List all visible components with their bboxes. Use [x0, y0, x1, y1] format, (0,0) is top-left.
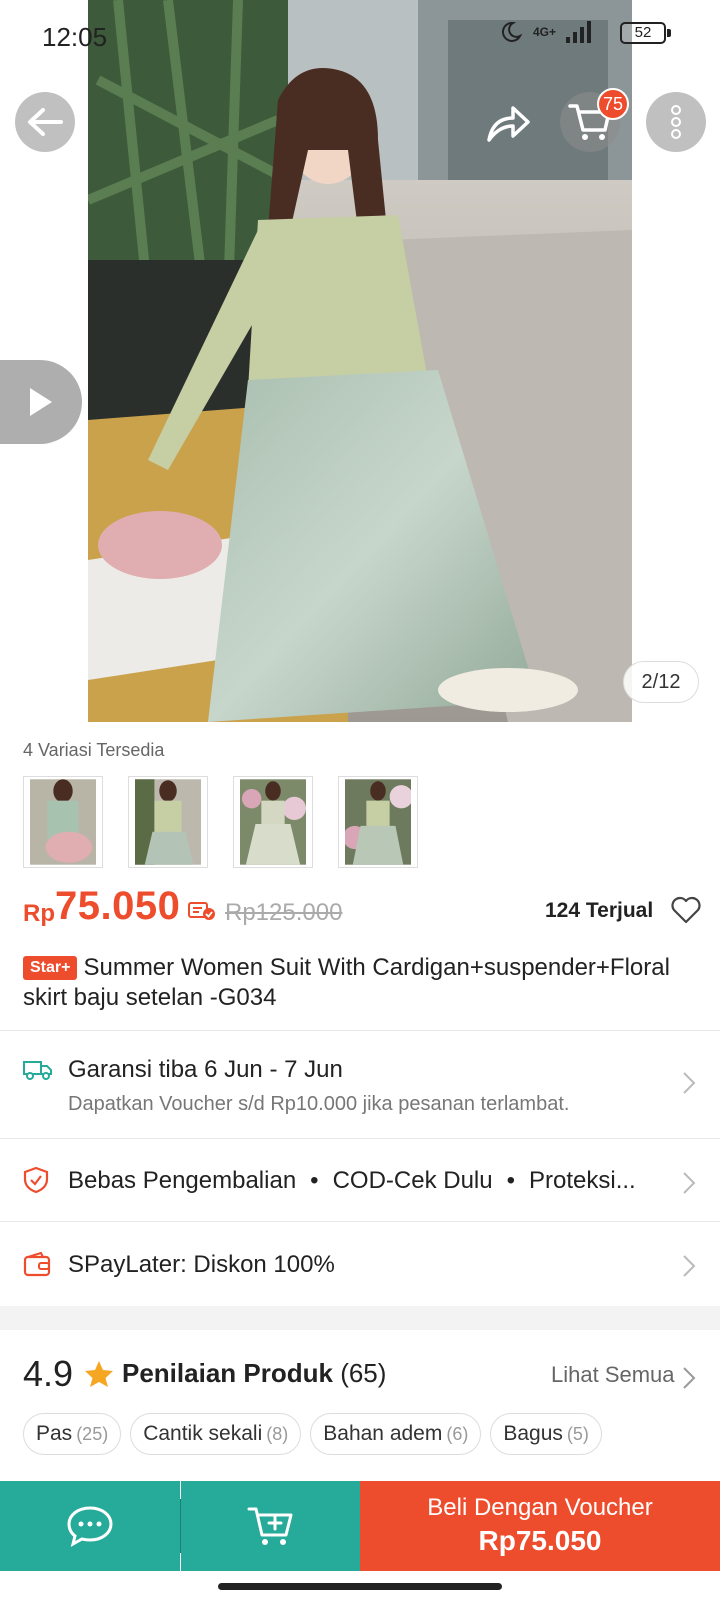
variant-thumbnails	[23, 776, 418, 868]
arrow-left-icon	[28, 108, 63, 136]
chat-icon	[67, 1506, 113, 1547]
product-title: Summer Women Suit With Cardigan+suspende…	[23, 954, 670, 1011]
chat-button[interactable]	[0, 1481, 180, 1571]
add-to-cart-icon	[247, 1507, 292, 1545]
chevron-right-icon	[683, 1255, 696, 1277]
status-bar: 12:05 4G+ 52	[0, 0, 720, 70]
see-all-link[interactable]: Lihat Semua	[551, 1362, 675, 1388]
cart-count-badge: 75	[597, 88, 629, 120]
shipping-subtitle: Dapatkan Voucher s/d Rp10.000 jika pesan…	[68, 1093, 570, 1115]
chip-label: Pas	[36, 1422, 73, 1445]
variant-thumbnail[interactable]	[338, 776, 418, 868]
more-options-button[interactable]	[646, 92, 706, 152]
video-play-button[interactable]	[0, 360, 82, 444]
more-vertical-icon	[671, 105, 681, 139]
chip-count: (6)	[446, 1423, 469, 1444]
service-item: Bebas Pengembalian	[68, 1167, 297, 1194]
status-time: 12:05	[42, 22, 108, 52]
service-item: COD-Cek Dulu	[332, 1167, 493, 1194]
product-image-gallery[interactable]: 12:05 4G+ 52 75 2/12	[0, 0, 720, 722]
chevron-right-icon	[683, 1072, 696, 1094]
review-tag-chip[interactable]: Bagus (5)	[490, 1413, 602, 1455]
shield-check-icon	[23, 1166, 49, 1194]
home-indicator[interactable]	[218, 1583, 502, 1590]
services-text: Bebas Pengembalian • COD-Cek Dulu • Proteksi…	[68, 1167, 636, 1194]
variant-thumbnail[interactable]	[128, 776, 208, 868]
battery-indicator: 52	[620, 22, 671, 44]
review-tag-chip[interactable]: Bahan adem (6)	[310, 1413, 482, 1455]
review-tag-chip[interactable]: Pas (25)	[23, 1413, 122, 1455]
wallet-icon	[23, 1251, 51, 1277]
product-title-block: Star+ Summer Women Suit With Cardigan+sus…	[23, 953, 703, 1013]
paylater-text: SPayLater: Diskon 100%	[68, 1251, 335, 1278]
share-button[interactable]	[480, 96, 536, 152]
review-tag-chip[interactable]: Cantik sekali (8)	[130, 1413, 302, 1455]
network-type: 4G+	[532, 25, 556, 39]
chip-count: (8)	[266, 1423, 289, 1444]
divider	[0, 1138, 720, 1139]
star-plus-badge: Star+	[23, 956, 78, 980]
truck-icon	[23, 1061, 52, 1080]
image-counter: 2/12	[623, 661, 699, 703]
review-tag-chips: Pas (25) Cantik sekali (8) Bahan adem (6) B…	[23, 1413, 602, 1455]
divider	[0, 1221, 720, 1222]
chip-label: Bahan adem	[323, 1422, 443, 1445]
price-row: Rp 75.050 Rp125.000 124 Terjual	[23, 880, 703, 934]
sold-count: 124 Terjual	[545, 899, 654, 922]
price-original: Rp125.000	[225, 899, 343, 926]
bottom-bar-separator	[180, 1499, 181, 1553]
rating-score: 4.9	[23, 1353, 74, 1394]
section-separator	[0, 1306, 720, 1330]
variant-thumbnail[interactable]	[233, 776, 313, 868]
shipping-title: Garansi tiba 6 Jun - 7 Jun	[68, 1056, 343, 1083]
star-icon	[85, 1361, 113, 1387]
share-icon	[487, 106, 530, 142]
price-currency: Rp	[23, 900, 55, 927]
ratings-title-label: Penilaian Produk	[122, 1358, 333, 1388]
variant-thumbnail[interactable]	[23, 776, 103, 868]
back-button[interactable]	[15, 92, 75, 152]
chevron-right-icon[interactable]	[682, 1366, 696, 1390]
buy-button-label: Beli Dengan Voucher	[427, 1494, 653, 1521]
chip-count: (25)	[76, 1423, 109, 1444]
signal-icon	[566, 21, 591, 43]
chip-label: Cantik sekali	[143, 1422, 263, 1445]
divider	[0, 1030, 720, 1031]
buy-with-voucher-button[interactable]: Beli Dengan Voucher Rp75.050	[360, 1481, 720, 1571]
status-icons: 4G+	[499, 20, 592, 44]
price-current: 75.050	[55, 884, 181, 928]
chip-count: (5)	[566, 1423, 589, 1444]
voucher-tag-icon	[188, 902, 215, 920]
product-photo[interactable]	[88, 0, 632, 722]
variants-label: 4 Variasi Tersedia	[23, 740, 165, 760]
chevron-right-icon	[683, 1172, 696, 1194]
ratings-title: Penilaian Produk (65)	[122, 1358, 386, 1389]
chip-label: Bagus	[503, 1422, 563, 1445]
play-icon	[30, 388, 52, 416]
heart-icon[interactable]	[671, 896, 701, 924]
bottom-action-bar: Beli Dengan Voucher Rp75.050	[0, 1481, 720, 1571]
moon-icon	[501, 21, 523, 42]
add-to-cart-button[interactable]	[181, 1481, 360, 1571]
buy-button-price: Rp75.050	[478, 1525, 602, 1556]
ratings-count: (65)	[340, 1358, 387, 1388]
service-item: Proteksi...	[529, 1167, 636, 1194]
